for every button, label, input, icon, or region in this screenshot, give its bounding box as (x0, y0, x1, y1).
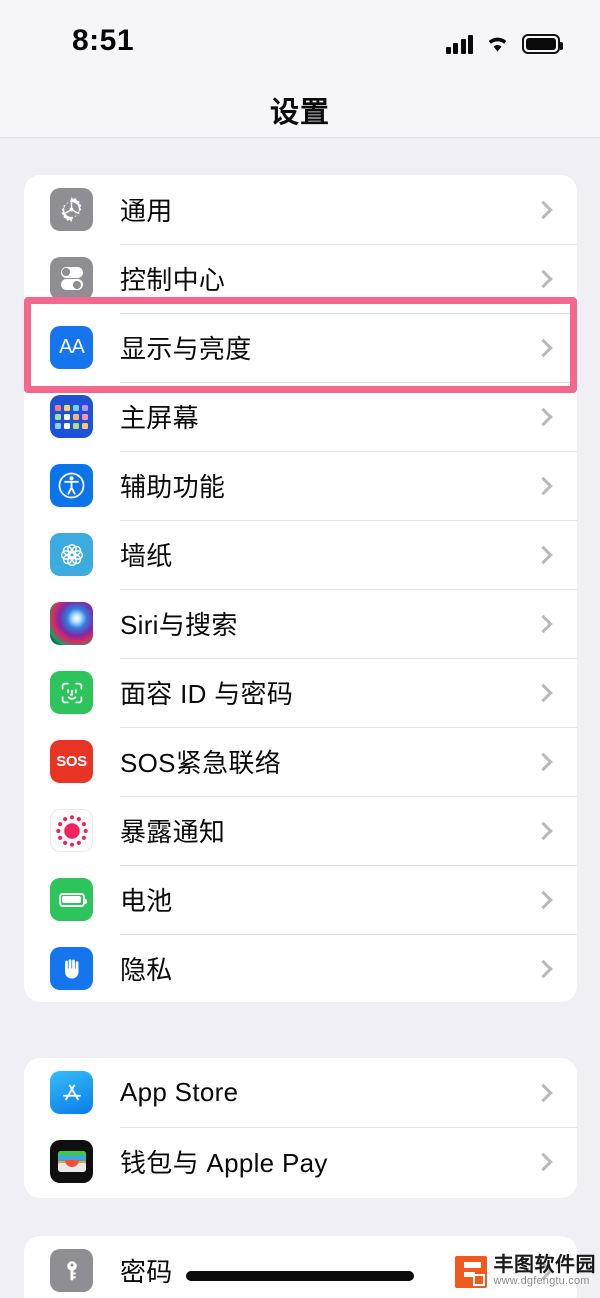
settings-row-wallpaper[interactable]: 墙纸 (24, 520, 577, 589)
battery-full-icon (522, 34, 563, 54)
chevron-right-icon (534, 269, 553, 288)
chevron-right-icon (534, 890, 553, 909)
chevron-right-icon (534, 407, 553, 426)
settings-row-label: 钱包与 Apple Pay (120, 1148, 328, 1178)
chevron-right-icon (534, 821, 553, 840)
settings-row-label: 显示与亮度 (120, 334, 252, 364)
navigation-bar: 设置 (0, 72, 600, 138)
settings-row-general[interactable]: 通用 (24, 175, 577, 244)
settings-row-control-center[interactable]: 控制中心 (24, 244, 577, 313)
settings-row-emergency-sos[interactable]: SOS SOS紧急联络 (24, 727, 577, 796)
chevron-right-icon (534, 200, 553, 219)
settings-row-label: 墙纸 (120, 541, 173, 571)
settings-row-display-brightness[interactable]: AA 显示与亮度 (24, 313, 577, 382)
settings-row-accessibility[interactable]: 辅助功能 (24, 451, 577, 520)
chevron-right-icon (534, 959, 553, 978)
settings-row-exposure-notifications[interactable]: 暴露通知 (24, 796, 577, 865)
emergency-sos-icon: SOS (50, 740, 93, 783)
chevron-right-icon (534, 1083, 553, 1102)
watermark-logo-icon (454, 1255, 487, 1288)
page-title: 设置 (269, 97, 330, 129)
settings-row-face-id-passcode[interactable]: 面容 ID 与密码 (24, 658, 577, 727)
settings-row-label: 电池 (120, 886, 173, 916)
gear-icon (50, 188, 93, 231)
settings-row-label: 通用 (120, 196, 173, 226)
settings-row-label: SOS紧急联络 (120, 748, 282, 778)
settings-row-label: 面容 ID 与密码 (120, 679, 294, 709)
exposure-notification-icon (50, 809, 93, 852)
settings-list[interactable]: 通用 控制中心 AA 显示与亮度 主屏幕 辅助功能 墙纸 Siri与搜索 面容 … (0, 138, 600, 1298)
wallpaper-flower-icon (50, 533, 93, 576)
settings-row-label: App Store (120, 1077, 239, 1107)
settings-row-label: 控制中心 (120, 265, 226, 295)
watermark: 丰图软件园 www.dgfengtu.com (454, 1254, 597, 1288)
privacy-hand-icon (50, 947, 93, 990)
home-screen-grid-icon (50, 395, 93, 438)
settings-row-battery[interactable]: 电池 (24, 865, 577, 934)
face-id-icon (50, 671, 93, 714)
iphone-settings-screen: 8:51 设置 通用 控制中心 AA 显示与亮度 主屏幕 辅助功能 墙纸 Sir… (0, 0, 600, 1298)
status-bar: 8:51 (0, 0, 600, 72)
cellular-signal-icon (445, 32, 473, 54)
settings-row-label: 隐私 (120, 955, 173, 985)
chevron-right-icon (534, 614, 553, 633)
settings-row-label: 暴露通知 (120, 817, 226, 847)
status-bar-indicators (445, 28, 563, 54)
app-store-icon (50, 1071, 93, 1114)
chevron-right-icon (534, 338, 553, 357)
settings-row-label: 辅助功能 (120, 472, 226, 502)
settings-row-label: Siri与搜索 (120, 610, 238, 640)
watermark-name: 丰图软件园 (493, 1254, 596, 1277)
settings-group-1: 通用 控制中心 AA 显示与亮度 主屏幕 辅助功能 墙纸 Siri与搜索 面容 … (24, 175, 577, 1002)
control-center-icon (50, 257, 93, 300)
battery-icon (50, 878, 93, 921)
watermark-url: www.dgfengtu.com (493, 1275, 590, 1288)
status-bar-time: 8:51 (72, 24, 135, 57)
chevron-right-icon (534, 476, 553, 495)
display-brightness-aa-icon: AA (50, 326, 93, 369)
settings-row-home-screen[interactable]: 主屏幕 (24, 382, 577, 451)
settings-row-privacy[interactable]: 隐私 (24, 934, 577, 1002)
settings-row-label: 密码 (120, 1257, 173, 1287)
home-indicator-bar[interactable] (186, 1271, 414, 1281)
chevron-right-icon (534, 683, 553, 702)
wifi-icon (488, 37, 507, 52)
settings-row-siri-search[interactable]: Siri与搜索 (24, 589, 577, 658)
settings-row-label: 主屏幕 (120, 403, 199, 433)
chevron-right-icon (534, 1152, 553, 1171)
key-icon (50, 1249, 93, 1292)
settings-group-2: App Store 钱包与 Apple Pay (24, 1058, 577, 1198)
settings-row-wallet-apple-pay[interactable]: 钱包与 Apple Pay (24, 1127, 577, 1196)
wallet-icon (50, 1140, 93, 1183)
accessibility-icon (50, 464, 93, 507)
chevron-right-icon (534, 752, 553, 771)
siri-orb-icon (50, 602, 93, 645)
settings-row-app-store[interactable]: App Store (24, 1058, 577, 1127)
chevron-right-icon (534, 545, 553, 564)
